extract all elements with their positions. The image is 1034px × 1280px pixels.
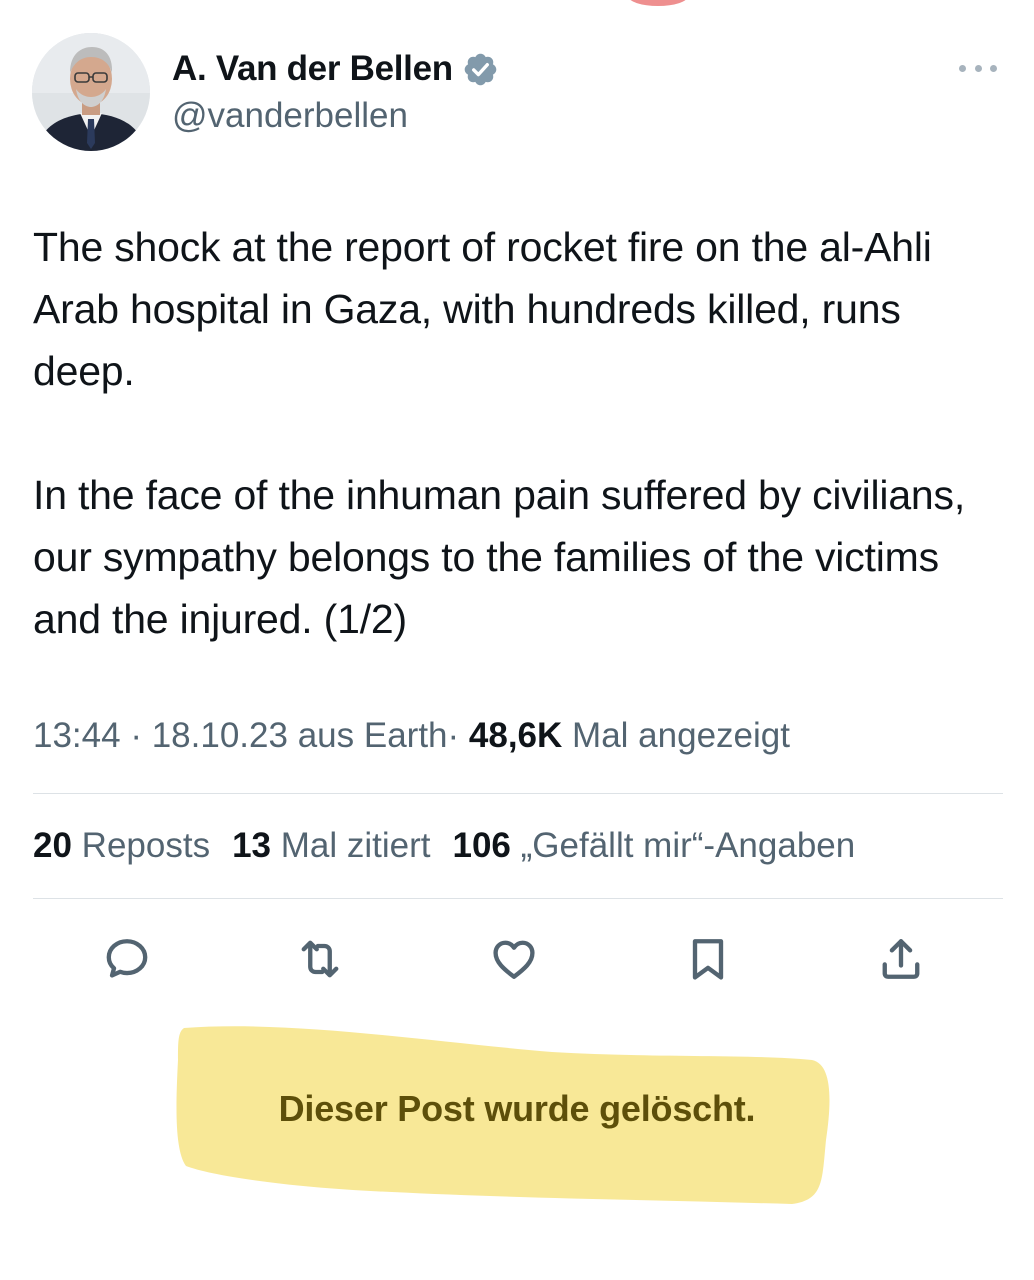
divider (33, 793, 1003, 794)
meta-separator: · (130, 716, 142, 755)
likes-label: „Gefällt mir“-Angaben (520, 826, 856, 865)
avatar[interactable] (32, 33, 150, 151)
views-label: Mal angezeigt (572, 716, 790, 755)
reply-icon (106, 939, 148, 978)
red-annotation-mark (628, 0, 688, 6)
tweet-screenshot: A. Van der Bellen @vanderbellen The shoc… (0, 0, 1034, 1280)
like-icon (493, 940, 535, 979)
tweet-text: The shock at the report of rocket fire o… (33, 216, 1003, 650)
tweet-source: aus Earth (297, 716, 448, 755)
bookmark-icon (692, 939, 724, 980)
deleted-notice-text: Dieser Post wurde gelöscht. (278, 1088, 756, 1129)
share-icon (882, 939, 920, 979)
more-dot (990, 64, 997, 72)
quotes-label: Mal zitiert (280, 826, 431, 865)
likes-count: 106 (452, 826, 511, 865)
engagement-stats: 20 Reposts 13 Mal zitiert 106 „Gefällt m… (33, 826, 855, 866)
reply-button[interactable] (100, 932, 154, 986)
more-dot (959, 64, 966, 72)
repost-button[interactable] (293, 932, 347, 986)
more-options-icon[interactable] (956, 56, 1000, 80)
verified-badge-icon (464, 53, 497, 85)
quotes-count: 13 (232, 826, 272, 865)
bookmark-button[interactable] (681, 932, 735, 986)
share-button[interactable] (874, 932, 928, 986)
user-handle[interactable]: @vanderbellen (172, 96, 408, 136)
repost-icon (301, 940, 339, 978)
deleted-notice: Dieser Post wurde gelöscht. (172, 1020, 832, 1206)
meta-separator: · (447, 716, 460, 755)
likes-stat[interactable]: 106 „Gefällt mir“-Angaben (453, 826, 856, 866)
tweet-date[interactable]: 18.10.23 (152, 716, 288, 755)
author-row: A. Van der Bellen (172, 44, 499, 94)
quotes-stat[interactable]: 13 Mal zitiert (232, 826, 430, 866)
tweet-meta: 13:44 · 18.10.23 aus Earth· 48,6K Mal an… (33, 716, 790, 756)
tweet-paragraph: The shock at the report of rocket fire o… (33, 224, 932, 394)
more-dot (974, 64, 982, 72)
tweet-time[interactable]: 13:44 (33, 716, 121, 755)
reposts-label: Reposts (81, 826, 211, 865)
reposts-stat[interactable]: 20 Reposts (33, 826, 210, 866)
tweet-paragraph: In the face of the inhuman pain suffered… (33, 472, 966, 642)
display-name[interactable]: A. Van der Bellen (172, 49, 453, 89)
views-count: 48,6K (468, 716, 563, 755)
reposts-count: 20 (33, 826, 72, 865)
divider (33, 898, 1003, 899)
like-button[interactable] (487, 932, 541, 986)
